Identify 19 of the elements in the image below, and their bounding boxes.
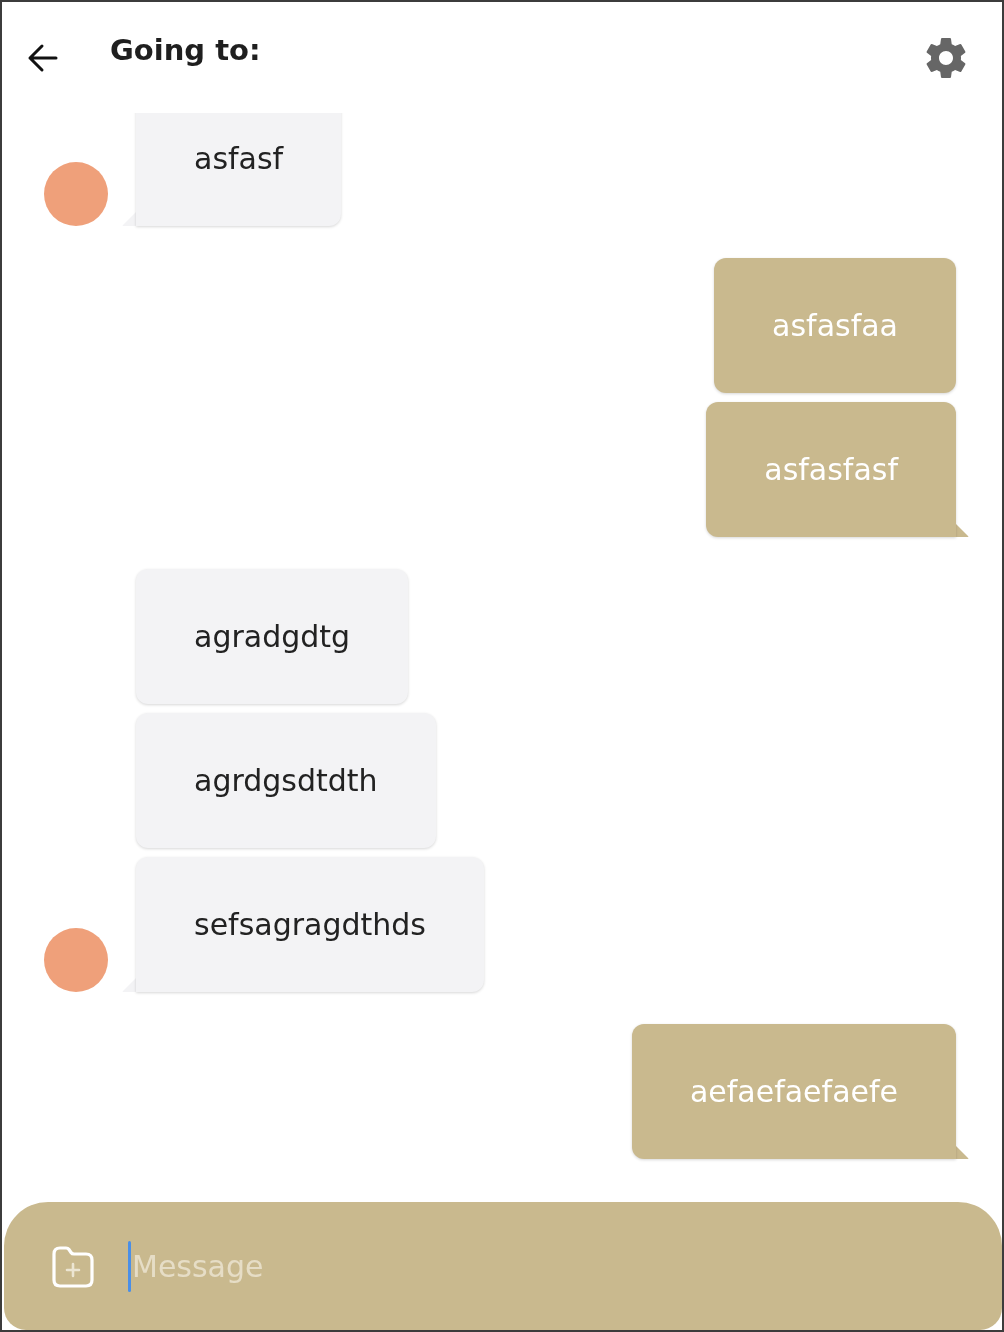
message-bubble: sefsagragdthds: [136, 857, 484, 992]
message-bubble: asfasfaa: [714, 258, 956, 393]
bubble-tail: [122, 211, 137, 226]
message-bubble: asfasfasf: [706, 402, 956, 537]
message-composer[interactable]: Message: [4, 1202, 1002, 1330]
message-bubble: agrdgsdtdth: [136, 713, 436, 848]
back-button[interactable]: [26, 42, 58, 73]
header-title: Going to:: [110, 36, 261, 65]
folder-plus-icon: [52, 1246, 94, 1288]
back-arrow-icon: [26, 42, 58, 73]
bubble-tail: [122, 977, 137, 992]
message-input[interactable]: Message: [132, 1243, 962, 1289]
settings-icon: [926, 37, 966, 78]
bubble-tail: [954, 522, 969, 537]
settings-button[interactable]: [926, 37, 966, 78]
message-bubble: aefaefaefaefe: [631, 1024, 956, 1159]
message-bubble: agradgdtg: [136, 569, 409, 704]
bubble-tail: [954, 1144, 969, 1159]
message-bubble: asfasf: [136, 113, 342, 226]
